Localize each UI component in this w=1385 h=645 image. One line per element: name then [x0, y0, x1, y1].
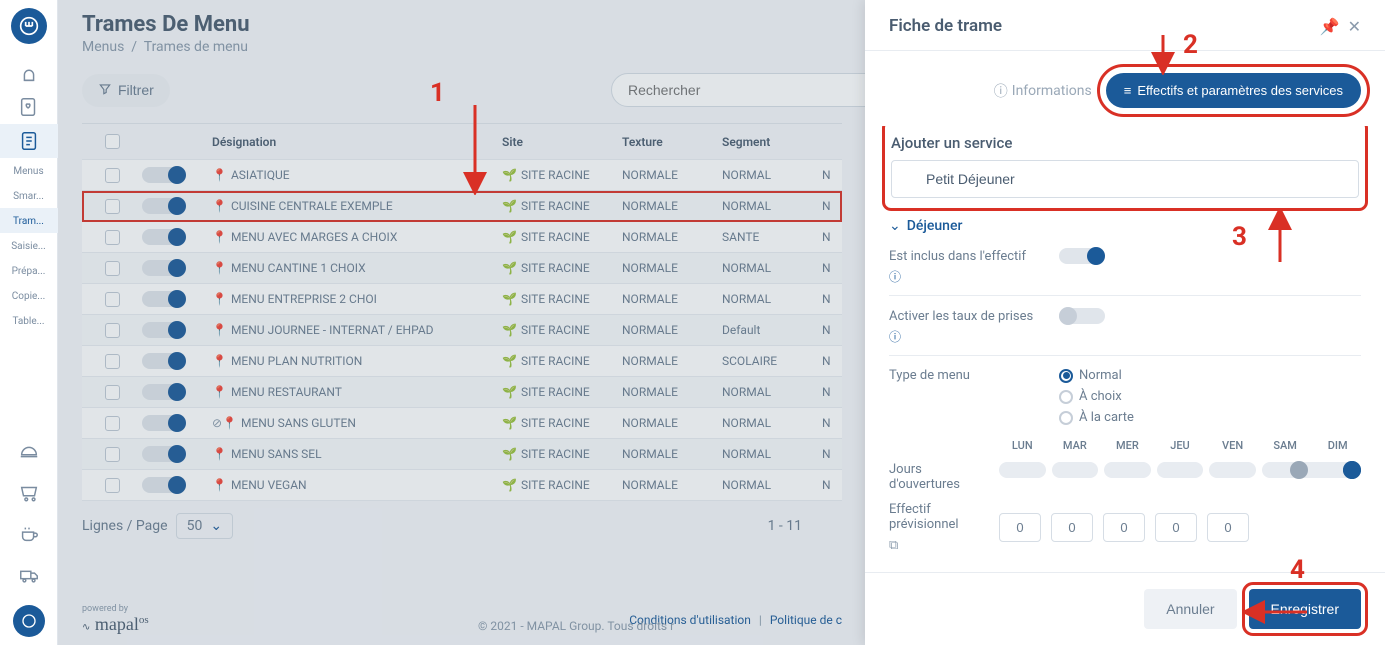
heart-page-icon — [18, 96, 40, 118]
effectif-input-2[interactable] — [1103, 513, 1145, 542]
copy-icon[interactable]: ⧉ — [889, 538, 989, 553]
effectif-label: Effectif prévisionnel — [889, 502, 989, 532]
tab-informations[interactable]: ⓘ Informations — [994, 81, 1092, 101]
day-toggle-jeu[interactable] — [1157, 462, 1204, 478]
nav-menus[interactable]: Menus — [0, 158, 58, 183]
day-toggle-lun[interactable] — [999, 462, 1046, 478]
type-label: Type de menu — [889, 368, 1059, 383]
coffee-icon[interactable] — [18, 523, 40, 550]
truck-icon[interactable] — [18, 564, 40, 591]
chevron-down-icon: ⌄ — [889, 218, 901, 234]
day-head: MER — [1104, 439, 1151, 452]
nav-saisie[interactable]: Saisie... — [0, 233, 58, 258]
days-label: Jours d'ouvertures — [889, 462, 989, 492]
info-icon: ⓘ — [994, 81, 1008, 101]
nav-copie[interactable]: Copie... — [0, 283, 58, 308]
side-panel: Fiche de trame 📌 ✕ ⓘ Informations ≡ Effe… — [865, 0, 1385, 645]
service-search-input[interactable] — [891, 160, 1359, 198]
nav-item-3[interactable] — [0, 124, 58, 158]
nav-item-2[interactable] — [0, 90, 58, 124]
effectif-input-1[interactable] — [1051, 513, 1093, 542]
sidebar: Menus Smar... Tram... Saisie... Prépa...… — [0, 0, 58, 645]
tab-effectifs-services[interactable]: ≡ Effectifs et paramètres des services — [1106, 73, 1361, 108]
close-icon[interactable]: ✕ — [1348, 17, 1361, 36]
cart-icon[interactable] — [18, 482, 40, 509]
radio-carte[interactable]: À la carte — [1059, 410, 1134, 425]
effectif-input-3[interactable] — [1155, 513, 1197, 542]
document-icon — [18, 130, 40, 152]
day-toggle-ven[interactable] — [1209, 462, 1256, 478]
day-head: SAM — [1262, 439, 1309, 452]
save-button[interactable]: Enregistrer — [1249, 589, 1361, 629]
list-icon: ≡ — [1124, 83, 1132, 98]
cancel-button[interactable]: Annuler — [1144, 589, 1236, 629]
pin-icon[interactable]: 📌 — [1320, 17, 1340, 36]
day-toggle-weekend[interactable] — [1262, 462, 1361, 478]
info-icon[interactable]: ⓘ — [889, 330, 901, 344]
day-toggle-mer[interactable] — [1104, 462, 1151, 478]
add-service-label: Ajouter un service — [891, 134, 1359, 152]
info-icon[interactable]: ⓘ — [889, 270, 901, 284]
accordion-dejeuner[interactable]: ⌄ Déjeuner — [889, 218, 1361, 234]
radio-choix[interactable]: À choix — [1059, 389, 1134, 404]
rates-label: Activer les taux de prises — [889, 309, 1033, 324]
included-label: Est inclus dans l'effectif — [889, 249, 1026, 264]
effectif-input-0[interactable] — [999, 513, 1041, 542]
included-toggle[interactable] — [1059, 248, 1105, 264]
day-toggle-mar[interactable] — [1052, 462, 1099, 478]
cloche-icon[interactable] — [18, 441, 40, 468]
day-head: JEU — [1157, 439, 1204, 452]
day-head: DIM — [1314, 439, 1361, 452]
radio-normal[interactable]: Normal — [1059, 368, 1134, 383]
nav-smart[interactable]: Smar... — [0, 183, 58, 208]
footer-logo-icon — [13, 605, 45, 637]
effectif-input-4[interactable] — [1207, 513, 1249, 542]
day-head: MAR — [1052, 439, 1099, 452]
day-head: LUN — [999, 439, 1046, 452]
chef-hat-icon — [18, 62, 40, 84]
day-head: VEN — [1209, 439, 1256, 452]
nav-prepa[interactable]: Prépa... — [0, 258, 58, 283]
nav-item-1[interactable] — [0, 56, 58, 90]
logo-icon — [11, 8, 47, 44]
panel-title: Fiche de trame — [889, 16, 1002, 36]
add-service-block: Ajouter un service 🔍 — [889, 126, 1361, 204]
nav-trames[interactable]: Tram... — [0, 208, 58, 233]
rates-toggle[interactable] — [1059, 308, 1105, 324]
nav-table[interactable]: Table... — [0, 308, 58, 333]
